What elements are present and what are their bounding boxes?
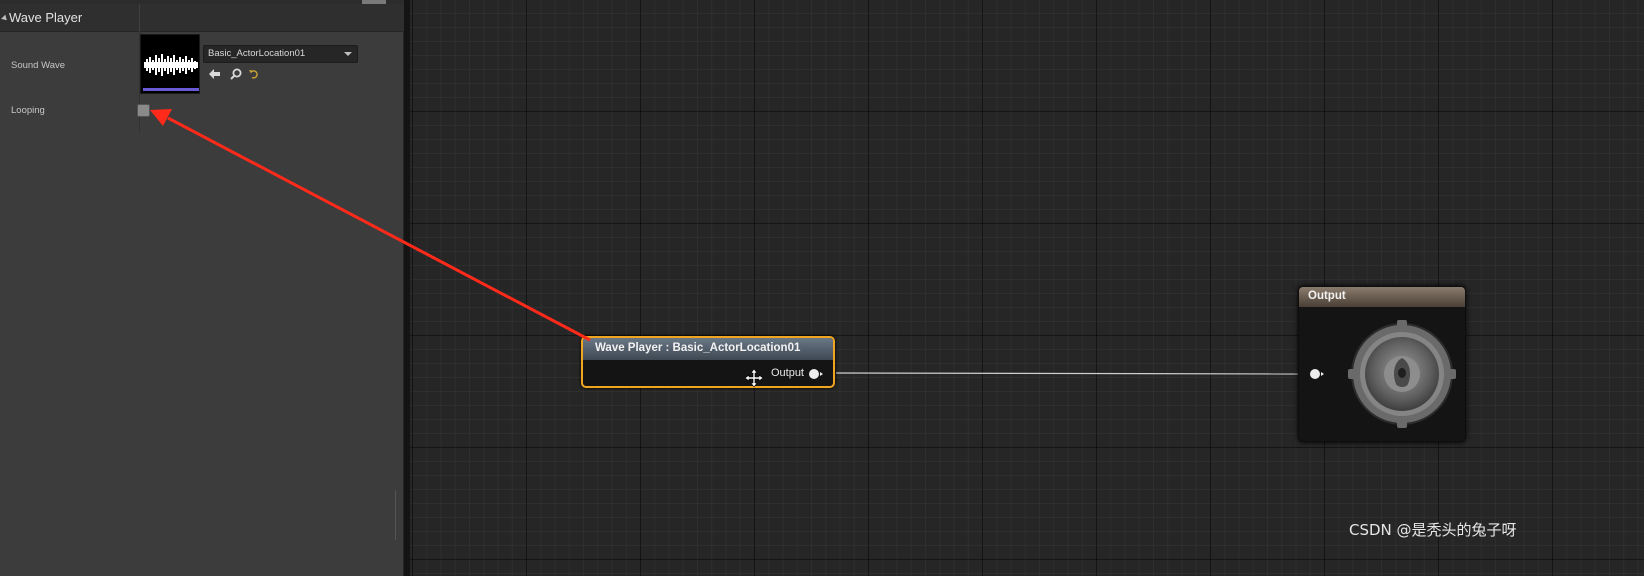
category-title: Wave Player [9,10,83,25]
speaker-icon [1348,320,1456,428]
waveform-icon [144,54,198,76]
wave-player-node[interactable]: Wave Player : Basic_ActorLocation01 Outp… [581,336,835,388]
category-header-wave-player[interactable]: Wave Player [0,4,404,32]
sound-wave-thumbnail[interactable] [140,34,200,94]
asset-type-bar [143,88,199,91]
expand-arrow-icon[interactable] [1,14,9,23]
output-node-title: Output [1308,290,1346,302]
scrollbar[interactable] [395,490,396,540]
input-pin[interactable] [1310,369,1324,379]
looping-label: Looping [11,105,45,116]
node-title: Wave Player : Basic_ActorLocation01 [595,342,801,354]
move-cursor-icon [744,368,764,388]
looping-checkbox[interactable] [137,104,150,117]
details-panel: Wave Player Sound Wave Basic_ActorLocati… [0,0,404,576]
output-pin[interactable] [809,369,823,379]
use-selected-icon [209,69,220,79]
browse-icon [230,68,242,80]
sound-wave-combo[interactable]: Basic_ActorLocation01 [203,45,358,63]
header-divider [139,4,140,32]
node-header[interactable]: Wave Player : Basic_ActorLocation01 [583,338,833,360]
browse-button[interactable] [228,67,244,81]
output-node-header[interactable]: Output [1299,287,1465,307]
use-selected-button[interactable] [207,67,223,81]
output-pin-label: Output [770,367,804,379]
sound-wave-label: Sound Wave [11,60,66,71]
chevron-down-icon [344,52,352,56]
reset-button[interactable] [246,67,262,81]
sound-wave-value: Basic_ActorLocation01 [208,48,306,59]
watermark: CSDN @是秃头的兔子呀 [1349,521,1517,539]
reset-icon [249,70,258,79]
